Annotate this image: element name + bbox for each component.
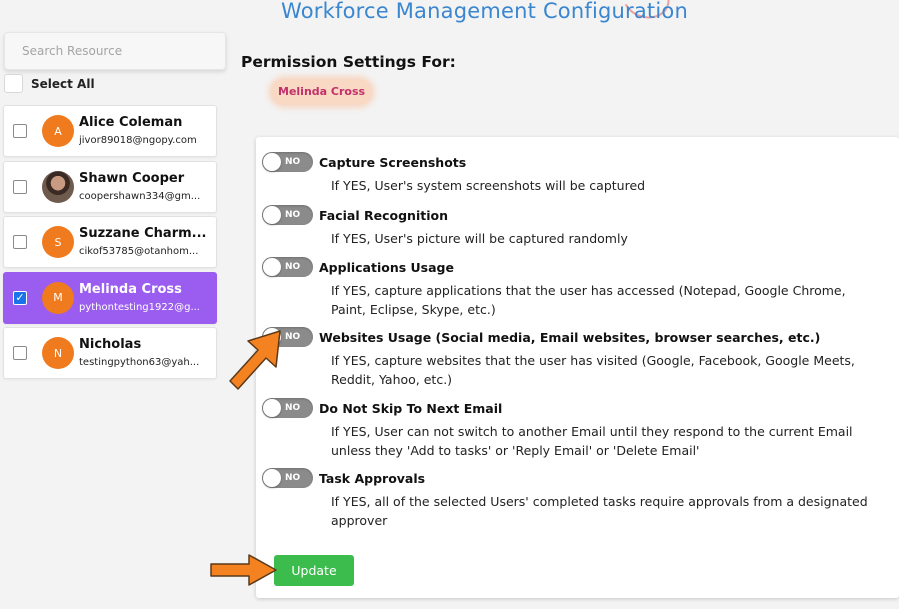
avatar: N xyxy=(42,337,74,369)
user-checkbox-checked[interactable]: ✓ xyxy=(13,290,27,305)
setting-description: If YES, User can not switch to another E… xyxy=(331,423,882,460)
setting-applications-usage: NO Applications Usage If YES, capture ap… xyxy=(262,257,882,319)
description-line: If YES, capture applications that the us… xyxy=(331,283,846,298)
setting-description: If YES, capture applications that the us… xyxy=(331,282,882,319)
toggle-label: NO xyxy=(285,403,301,413)
user-email: jivor89018@ngopy.com xyxy=(79,135,197,146)
avatar: A xyxy=(42,115,74,147)
toggle-label: NO xyxy=(285,332,301,342)
toggle-switch[interactable]: NO xyxy=(262,398,313,418)
toggle-label: NO xyxy=(285,210,301,220)
setting-websites-usage: NO Websites Usage (Social media, Email w… xyxy=(262,327,882,389)
user-email: coopershawn334@gm... xyxy=(79,190,201,202)
description-line: approver xyxy=(331,512,388,528)
toggle-knob xyxy=(263,206,281,224)
page-title: Workforce Management Configuration xyxy=(281,0,688,23)
setting-title: Applications Usage xyxy=(319,259,454,275)
annotation-arrow-icon xyxy=(229,330,281,390)
user-card[interactable]: N Nicholas testingpython63@yah... xyxy=(3,327,217,379)
search-input[interactable] xyxy=(4,32,226,70)
setting-title: Do Not Skip To Next Email xyxy=(319,400,503,416)
setting-description: If YES, capture websites that the user h… xyxy=(331,352,882,389)
user-email: cikof53785@otanhom... xyxy=(79,246,199,257)
select-all-label: Select All xyxy=(31,76,95,91)
toggle-switch[interactable]: NO xyxy=(262,257,313,277)
user-checkbox[interactable] xyxy=(13,346,27,360)
user-card-selected[interactable]: ✓ M Melinda Cross pythontesting1922@g... xyxy=(3,271,217,324)
avatar-photo xyxy=(42,170,74,203)
user-email: testingpython63@yah... xyxy=(79,357,200,368)
toggle-label: NO xyxy=(285,262,301,272)
user-checkbox[interactable] xyxy=(13,179,27,194)
description-line: If YES, User's picture will be captured … xyxy=(331,231,628,246)
annotation-arrow-icon xyxy=(210,554,277,586)
select-all[interactable]: Select All xyxy=(4,74,95,93)
user-card[interactable]: A Alice Coleman jivor89018@ngopy.com xyxy=(3,105,217,157)
description-line: Paint, Eclipse, Skype, etc.) xyxy=(331,301,496,317)
selected-user-badge: Melinda Cross xyxy=(272,80,372,104)
toggle-knob xyxy=(263,153,281,171)
setting-facial-recognition: NO Facial Recognition If YES, User's pic… xyxy=(262,205,882,249)
user-name: Suzzane Charm... xyxy=(79,226,207,241)
toggle-label: NO xyxy=(285,473,301,483)
permission-panel: NO Capture Screenshots If YES, User's sy… xyxy=(256,137,899,598)
description-line: If YES, all of the selected Users' compl… xyxy=(331,494,868,509)
user-name: Shawn Cooper xyxy=(79,170,185,186)
toggle-switch[interactable]: NO xyxy=(262,468,313,488)
description-line: Reddit, Yahoo, etc.) xyxy=(331,371,453,387)
setting-task-approvals: NO Task Approvals If YES, all of the sel… xyxy=(262,468,882,530)
setting-capture-screenshots: NO Capture Screenshots If YES, User's sy… xyxy=(262,152,882,196)
user-card[interactable]: S Suzzane Charm... cikof53785@otanhom... xyxy=(3,216,217,268)
setting-title: Facial Recognition xyxy=(319,207,448,223)
user-name: Alice Coleman xyxy=(79,115,183,130)
avatar: M xyxy=(42,281,74,314)
user-email: pythontesting1922@g... xyxy=(79,301,200,313)
setting-description: If YES, User's system screenshots will b… xyxy=(331,177,882,196)
permission-heading: Permission Settings For: xyxy=(241,53,456,71)
toggle-knob xyxy=(263,258,281,276)
setting-description: If YES, User's picture will be captured … xyxy=(331,230,882,249)
description-line: unless they 'Add to tasks' or 'Reply Ema… xyxy=(331,442,700,458)
user-name: Nicholas xyxy=(79,337,142,352)
description-line: If YES, User can not switch to another E… xyxy=(331,424,853,439)
toggle-label: NO xyxy=(285,157,301,167)
toggle-switch[interactable]: NO xyxy=(262,205,313,225)
description-line: If YES, User's system screenshots will b… xyxy=(331,178,646,193)
avatar: S xyxy=(42,226,74,258)
select-all-checkbox[interactable] xyxy=(4,74,23,93)
description-line: If YES, capture websites that the user h… xyxy=(331,353,855,368)
toggle-switch[interactable]: NO xyxy=(262,152,313,172)
setting-title: Capture Screenshots xyxy=(319,154,467,170)
user-list: A Alice Coleman jivor89018@ngopy.com Sha… xyxy=(3,105,217,383)
update-button[interactable]: Update xyxy=(274,555,354,586)
setting-description: If YES, all of the selected Users' compl… xyxy=(331,493,882,530)
toggle-knob xyxy=(263,399,281,417)
setting-title: Websites Usage (Social media, Email webs… xyxy=(319,329,821,345)
user-checkbox[interactable] xyxy=(13,124,27,138)
user-checkbox[interactable] xyxy=(13,235,27,249)
setting-do-not-skip-email: NO Do Not Skip To Next Email If YES, Use… xyxy=(262,398,882,460)
toggle-knob xyxy=(263,469,281,487)
user-card[interactable]: Shawn Cooper coopershawn334@gm... xyxy=(3,160,217,213)
user-name: Melinda Cross xyxy=(79,281,182,297)
setting-title: Task Approvals xyxy=(319,470,426,486)
